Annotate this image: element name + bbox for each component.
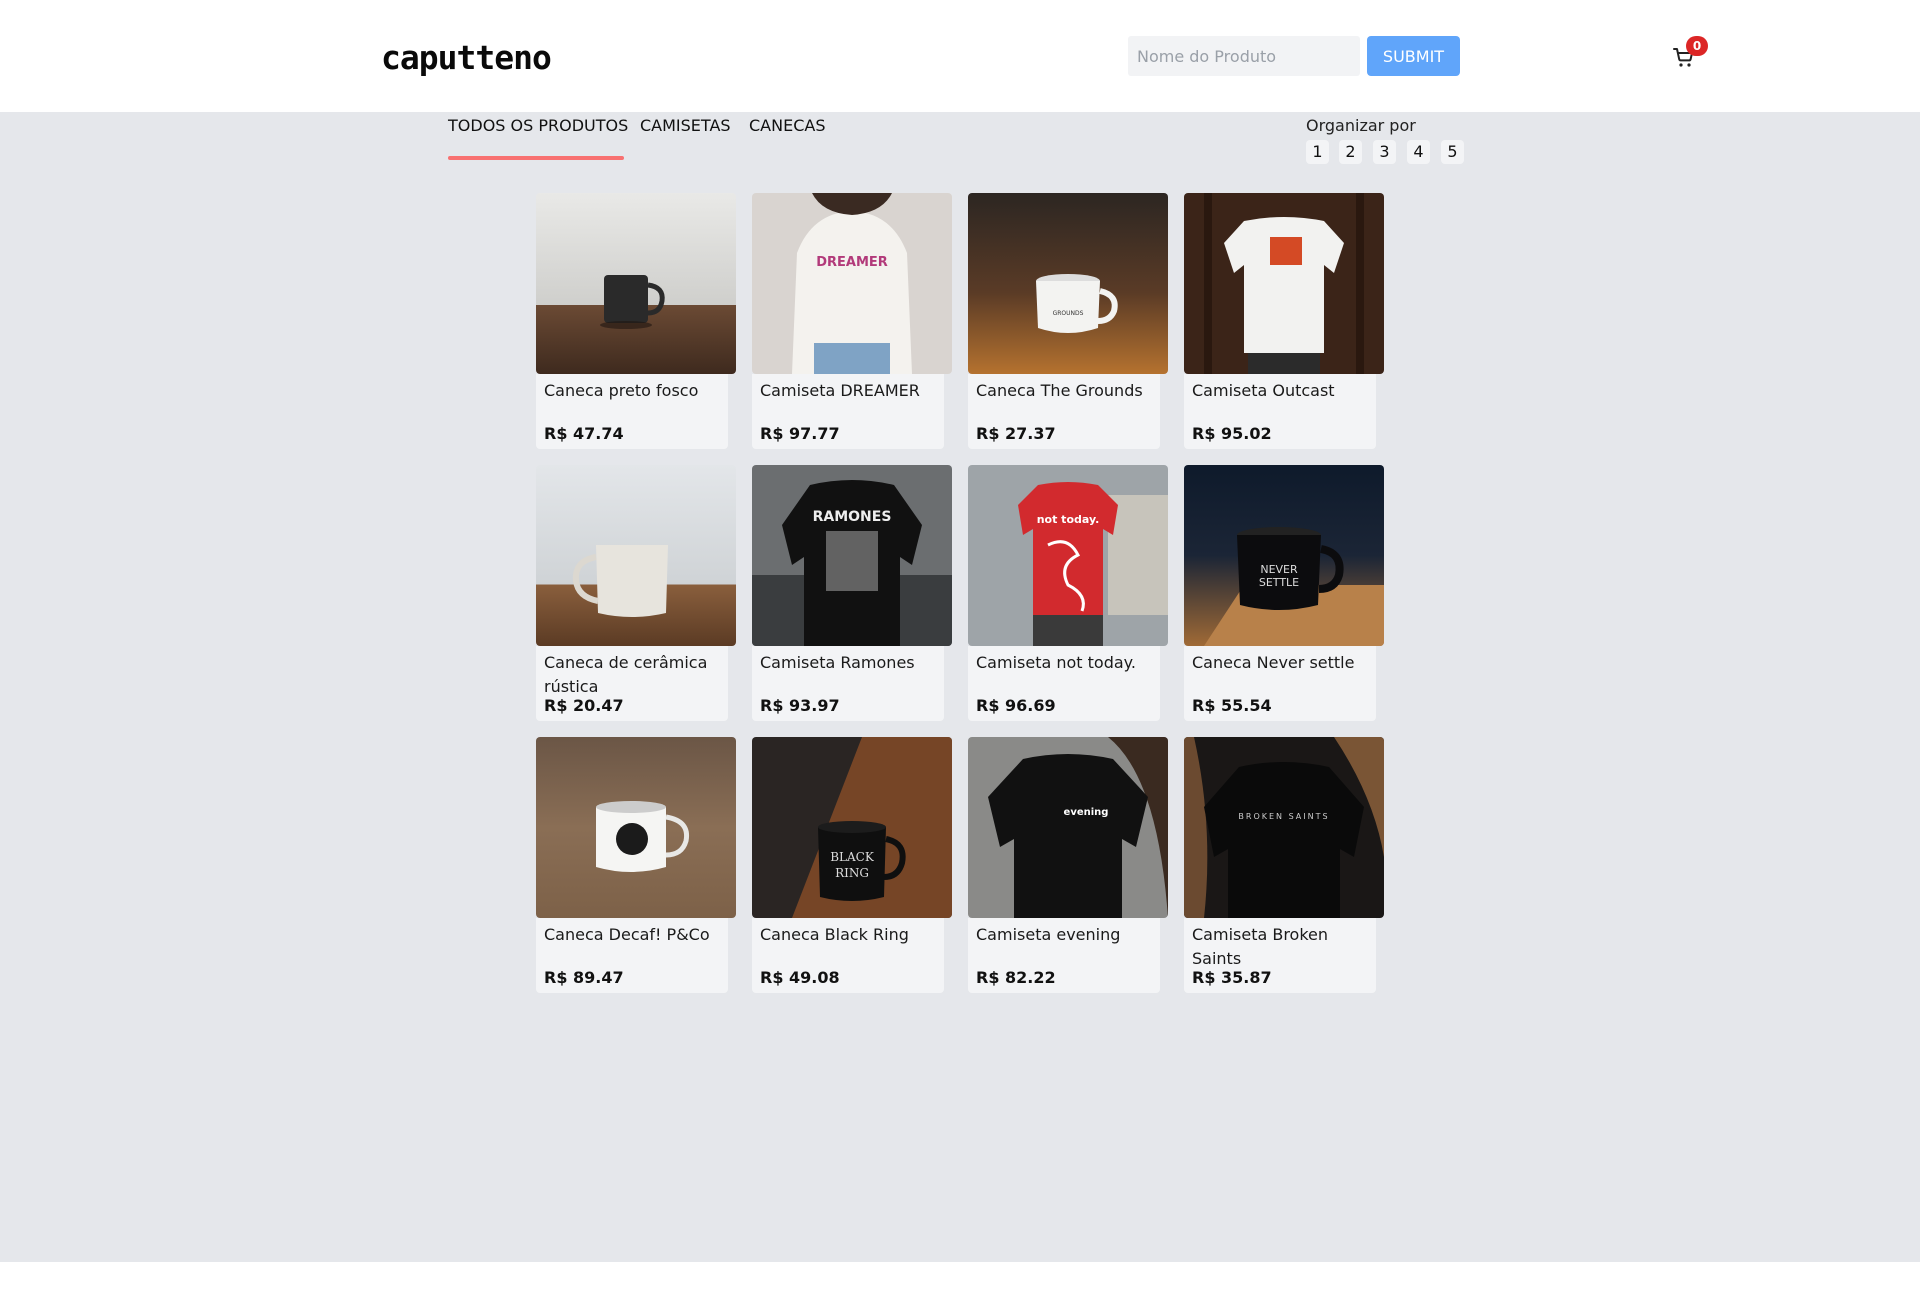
- product-price: R$ 27.37: [976, 424, 1056, 443]
- product-title: Caneca de cerâmica rústica: [544, 653, 708, 696]
- product-title: Caneca Never settle: [1192, 653, 1355, 672]
- product-price: R$ 55.54: [1192, 696, 1272, 715]
- product-image[interactable]: [536, 465, 736, 646]
- product-image[interactable]: RAMONES: [752, 465, 952, 646]
- svg-text:not today.: not today.: [1037, 513, 1100, 526]
- product-title: Camiseta evening: [976, 925, 1121, 944]
- svg-text:NEVER: NEVER: [1260, 563, 1298, 576]
- cart-button[interactable]: 0: [1672, 36, 1712, 72]
- product-title: Caneca preto fosco: [544, 381, 699, 400]
- product-title: Caneca Black Ring: [760, 925, 909, 944]
- product-title: Camiseta Outcast: [1192, 381, 1335, 400]
- product-title: Caneca Decaf! P&Co: [544, 925, 710, 944]
- logo[interactable]: caputteno: [381, 38, 552, 77]
- product-card[interactable]: Caneca Decaf! P&Co R$ 89.47: [536, 737, 736, 995]
- product-card[interactable]: DREAMER Camiseta DREAMER R$ 97.77: [752, 193, 952, 451]
- product-card[interactable]: not today. Camiseta not today. R$ 96.69: [968, 465, 1168, 723]
- product-title: Camiseta Ramones: [760, 653, 915, 672]
- product-card[interactable]: BROKEN SAINTS Camiseta Broken Saints R$ …: [1184, 737, 1384, 995]
- sort-label: Organizar por: [1306, 116, 1416, 135]
- product-image[interactable]: [1184, 193, 1384, 374]
- product-card[interactable]: evening Camiseta evening R$ 82.22: [968, 737, 1168, 995]
- product-image[interactable]: [536, 193, 736, 374]
- product-price: R$ 89.47: [544, 968, 624, 987]
- product-title: Caneca The Grounds: [976, 381, 1143, 400]
- main-content: TODOS OS PRODUTOS CAMISETAS CANECAS Orga…: [0, 112, 1920, 1262]
- page-button-5[interactable]: 5: [1441, 140, 1464, 164]
- product-price: R$ 95.02: [1192, 424, 1272, 443]
- product-image[interactable]: NEVER SETTLE: [1184, 465, 1384, 646]
- svg-text:BLACK: BLACK: [830, 850, 875, 864]
- svg-text:GROUNDS: GROUNDS: [1053, 310, 1084, 317]
- product-card[interactable]: RAMONES Camiseta Ramones R$ 93.97: [752, 465, 952, 723]
- svg-text:DREAMER: DREAMER: [816, 255, 888, 270]
- product-title: Camiseta not today.: [976, 653, 1136, 672]
- product-image[interactable]: GROUNDS: [968, 193, 1168, 374]
- pagination: 1 2 3 4 5: [1306, 140, 1476, 164]
- tab-all-products[interactable]: TODOS OS PRODUTOS: [448, 116, 628, 135]
- svg-text:RAMONES: RAMONES: [813, 509, 892, 525]
- product-card[interactable]: NEVER SETTLE Caneca Never settle R$ 55.5…: [1184, 465, 1384, 723]
- svg-text:BROKEN SAINTS: BROKEN SAINTS: [1238, 812, 1329, 821]
- svg-text:SETTLE: SETTLE: [1259, 576, 1299, 589]
- search-input[interactable]: [1128, 36, 1360, 76]
- sort-control: Organizar por 1 2 3 4 5: [1306, 116, 1464, 164]
- product-card[interactable]: Caneca de cerâmica rústica R$ 20.47: [536, 465, 736, 723]
- tab-camisetas[interactable]: CAMISETAS: [640, 116, 731, 135]
- product-title: Camiseta Broken Saints: [1192, 925, 1329, 968]
- product-image[interactable]: evening: [968, 737, 1168, 918]
- product-card[interactable]: Caneca preto fosco R$ 47.74: [536, 193, 736, 451]
- product-price: R$ 97.77: [760, 424, 840, 443]
- product-image[interactable]: not today.: [968, 465, 1168, 646]
- submit-button[interactable]: SUBMIT: [1367, 36, 1460, 76]
- product-price: R$ 82.22: [976, 968, 1056, 987]
- product-price: R$ 49.08: [760, 968, 840, 987]
- product-card[interactable]: GROUNDS Caneca The Grounds R$ 27.37: [968, 193, 1168, 451]
- page-button-4[interactable]: 4: [1407, 140, 1430, 164]
- product-card[interactable]: BLACK RING Caneca Black Ring R$ 49.08: [752, 737, 952, 995]
- product-title: Camiseta DREAMER: [760, 381, 920, 400]
- active-tab-indicator: [448, 156, 624, 160]
- product-price: R$ 47.74: [544, 424, 624, 443]
- product-price: R$ 20.47: [544, 696, 624, 715]
- svg-text:evening: evening: [1064, 807, 1109, 818]
- product-price: R$ 35.87: [1192, 968, 1272, 987]
- product-image[interactable]: BROKEN SAINTS: [1184, 737, 1384, 918]
- page-footer: [0, 1262, 1920, 1294]
- product-image[interactable]: BLACK RING: [752, 737, 952, 918]
- page-button-3[interactable]: 3: [1373, 140, 1396, 164]
- tab-canecas[interactable]: CANECAS: [749, 116, 825, 135]
- product-image[interactable]: DREAMER: [752, 193, 952, 374]
- svg-text:RING: RING: [835, 866, 869, 880]
- cart-count-badge: 0: [1686, 36, 1708, 56]
- site-header: caputteno SUBMIT 0: [0, 0, 1920, 112]
- product-price: R$ 93.97: [760, 696, 840, 715]
- product-image[interactable]: [536, 737, 736, 918]
- page-button-1[interactable]: 1: [1306, 140, 1329, 164]
- product-price: R$ 96.69: [976, 696, 1056, 715]
- product-card[interactable]: Camiseta Outcast R$ 95.02: [1184, 193, 1384, 451]
- page-button-2[interactable]: 2: [1339, 140, 1362, 164]
